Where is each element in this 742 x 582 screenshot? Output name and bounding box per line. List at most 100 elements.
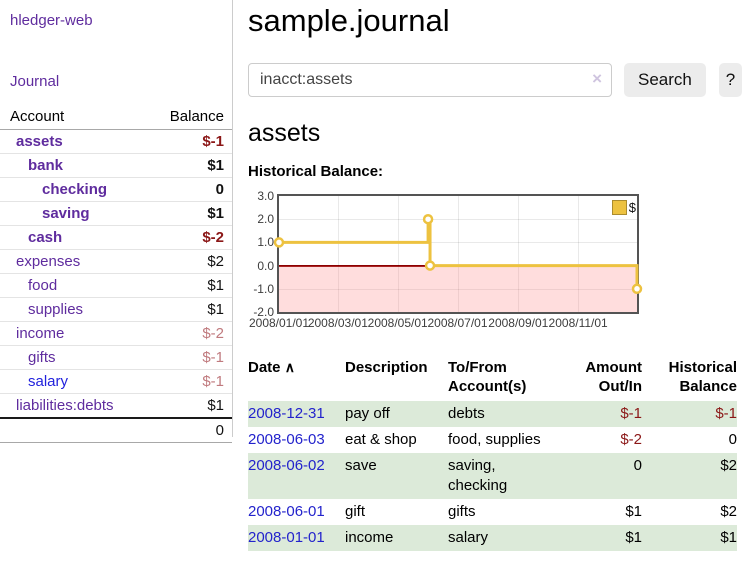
transaction-date-link[interactable]: 2008-12-31: [248, 405, 325, 422]
sidebar: hledger-web Journal Account Balance asse…: [0, 0, 233, 437]
sort-asc-icon: ∧: [285, 359, 295, 375]
search-input[interactable]: [248, 63, 612, 97]
search-button[interactable]: Search: [624, 63, 706, 97]
data-point-marker: [426, 262, 434, 270]
search-form: × Search ?: [248, 63, 742, 97]
accounts-header-line2: Account(s): [448, 377, 562, 396]
account-link-saving[interactable]: saving: [42, 205, 90, 222]
account-balance: $1: [150, 298, 232, 322]
accounts-header-balance: Balance: [150, 105, 232, 130]
clear-search-icon[interactable]: ×: [592, 70, 602, 87]
register-row: 2008-06-03 eat & shop food, supplies $-2…: [248, 427, 737, 453]
account-link-income[interactable]: income: [16, 325, 64, 342]
account-link-food[interactable]: food: [28, 277, 57, 294]
transaction-accounts: salary: [448, 525, 562, 551]
register-row: 2008-06-02 save saving, checking 0 $2: [248, 453, 737, 499]
register-header-row: Date ∧ Description To/FromAccount(s) Amo…: [248, 356, 737, 401]
account-balance: $1: [150, 394, 232, 419]
transaction-balance: $-1: [642, 401, 737, 427]
account-row: saving $1: [0, 202, 232, 226]
app-brand-link[interactable]: hledger-web: [0, 0, 232, 29]
account-balance: $-1: [150, 346, 232, 370]
accounts-total-value: 0: [150, 418, 232, 443]
transaction-amount: 0: [562, 453, 642, 499]
series-swatch-icon: [612, 200, 627, 215]
search-box: ×: [248, 63, 612, 97]
account-link-gifts[interactable]: gifts: [28, 349, 56, 366]
account-row: assets$-1: [0, 130, 232, 154]
main-content: sample.journal × Search ? assets Histori…: [248, 0, 742, 551]
amount-header-line2: Out/In: [562, 377, 642, 396]
historical-balance-chart: $ 3.02.01.00.0-1.0-2.02008/01/012008/03/…: [248, 190, 742, 340]
account-link-supplies[interactable]: supplies: [28, 301, 83, 318]
transaction-balance: 0: [642, 427, 737, 453]
account-balance: $1: [150, 154, 232, 178]
account-link-expenses[interactable]: expenses: [16, 253, 80, 270]
balance-series-line: [279, 196, 637, 312]
account-balance: $-1: [150, 370, 232, 394]
transaction-date-link[interactable]: 2008-06-03: [248, 431, 325, 448]
account-balance: 0: [150, 178, 232, 202]
x-axis-tick-label: 2008/03/01: [308, 316, 368, 330]
account-balance: $1: [150, 274, 232, 298]
account-row: checking 0: [0, 178, 232, 202]
chart-title: Historical Balance:: [248, 163, 742, 180]
register-row: 2008-01-01 income salary $1 $1: [248, 525, 737, 551]
account-link-bank[interactable]: bank: [28, 157, 63, 174]
transaction-amount: $-2: [562, 427, 642, 453]
account-balance: $-2: [150, 322, 232, 346]
y-axis-tick-label: 1.0: [248, 235, 274, 249]
sidebar-item-journal[interactable]: Journal: [10, 73, 222, 90]
account-row: income $-2: [0, 322, 232, 346]
accounts-total-row: 0: [0, 418, 232, 443]
data-point-marker: [424, 215, 432, 223]
transaction-description: income: [345, 525, 448, 551]
y-axis-tick-label: 0.0: [248, 259, 274, 273]
account-row: supplies $1: [0, 298, 232, 322]
transaction-date-link[interactable]: 2008-06-02: [248, 457, 325, 474]
transaction-amount: $-1: [562, 401, 642, 427]
account-link-assets[interactable]: assets: [16, 133, 63, 150]
account-row: expenses $2: [0, 250, 232, 274]
x-axis-tick-label: 2008/07/01: [427, 316, 487, 330]
transaction-description: pay off: [345, 401, 448, 427]
chart-plot-area: $: [277, 194, 639, 314]
transaction-balance: $1: [642, 525, 737, 551]
account-link-liabilities-debts[interactable]: liabilities:debts: [16, 397, 114, 414]
transaction-accounts: debts: [448, 401, 562, 427]
transaction-date-link[interactable]: 2008-06-01: [248, 503, 325, 520]
account-link-checking[interactable]: checking: [42, 181, 107, 198]
transaction-amount: $1: [562, 525, 642, 551]
account-row: gifts $-1: [0, 346, 232, 370]
register-header-balance: HistoricalBalance: [642, 356, 737, 401]
transaction-accounts: saving, checking: [448, 453, 562, 499]
account-row: cash$-2: [0, 226, 232, 250]
x-axis-tick-label: 2008/01/01: [249, 316, 309, 330]
x-axis-tick-label: 2008/05/01: [368, 316, 428, 330]
account-link-salary[interactable]: salary: [28, 373, 68, 390]
transaction-balance: $2: [642, 453, 737, 499]
account-balance: $2: [150, 250, 232, 274]
register-header-amount: AmountOut/In: [562, 356, 642, 401]
transaction-balance: $2: [642, 499, 737, 525]
transaction-description: save: [345, 453, 448, 499]
register-table: Date ∧ Description To/FromAccount(s) Amo…: [248, 356, 737, 551]
accounts-table: Account Balance assets$-1 bank$1 checkin…: [0, 105, 232, 443]
description-header-label: Description: [345, 359, 428, 376]
transaction-description: gift: [345, 499, 448, 525]
amount-header-line1: Amount: [562, 358, 642, 377]
account-balance: $1: [150, 202, 232, 226]
register-header-description: Description: [345, 356, 448, 401]
transaction-amount: $1: [562, 499, 642, 525]
account-row: food $1: [0, 274, 232, 298]
register-row: 2008-12-31 pay off debts $-1 $-1: [248, 401, 737, 427]
accounts-header-account: Account: [0, 105, 150, 130]
data-point-marker: [275, 238, 283, 246]
balance-header-line2: Balance: [642, 377, 737, 396]
account-page-title: assets: [248, 119, 742, 148]
account-link-cash[interactable]: cash: [28, 229, 62, 246]
transaction-date-link[interactable]: 2008-01-01: [248, 529, 325, 546]
help-button[interactable]: ?: [719, 63, 742, 97]
register-header-date[interactable]: Date ∧: [248, 356, 345, 401]
page-title: sample.journal: [248, 3, 742, 39]
